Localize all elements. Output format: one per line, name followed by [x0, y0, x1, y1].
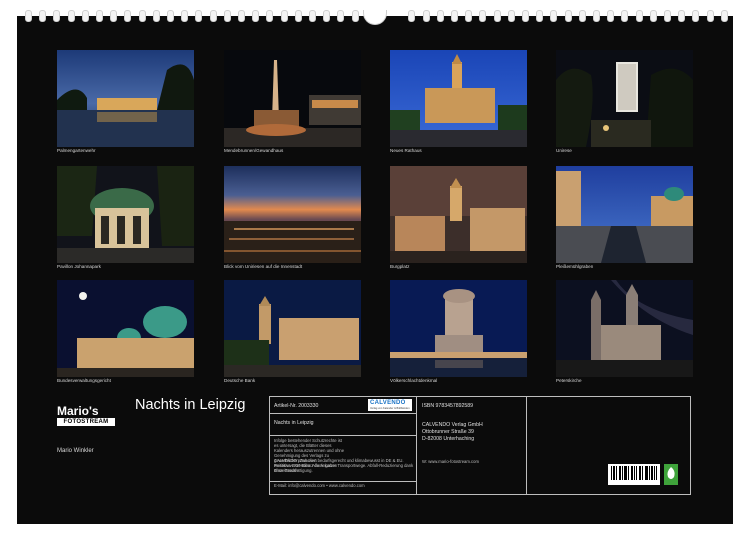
spiral-ring — [664, 10, 671, 22]
calendar-back-sheet: Palmengartenwehr Mendebrunnen/Gewandhaus… — [17, 10, 733, 524]
spiral-ring — [351, 10, 359, 22]
spiral-ring — [451, 10, 458, 22]
spiral-ring — [39, 10, 47, 22]
publisher-name: CALVENDO Verlag GmbH — [422, 422, 483, 428]
photo-caption: Unirese — [556, 148, 572, 153]
photo-caption: Blick vom Uniriesen auf die Innenstadt — [224, 264, 303, 269]
photo-caption: Mendebrunnen/Gewandhaus — [224, 148, 284, 153]
photo-caption: Pavillon Johannapark — [57, 264, 101, 269]
photo-blick-innenstadt — [224, 166, 361, 263]
spiral-ring — [110, 10, 118, 22]
leaf-icon — [664, 464, 678, 485]
photo-caption: Bundesverwaltungsgericht — [57, 378, 111, 383]
spiral-ring — [578, 10, 586, 22]
photo-caption: Peterskirche — [556, 378, 582, 383]
spiral-ring — [323, 10, 331, 22]
photo-caption: Neues Rathaus — [390, 148, 422, 153]
isbn: ISBN 9783457892589 — [422, 403, 474, 409]
spiral-ring — [138, 10, 146, 22]
spiral-ring — [550, 10, 558, 22]
photo-uniriese — [556, 50, 693, 147]
spiral-ring — [564, 10, 572, 22]
info-title: Nachts in Leipzig — [274, 420, 314, 426]
environment-notice: CALVENDO produziert bedarfsgerecht und k… — [274, 458, 414, 473]
calvendo-logo: CALVENDO Verlag von Kalender & Bildbände… — [368, 399, 412, 411]
spiral-ring — [280, 10, 288, 22]
photo-voelkerschlachtdenkmal — [390, 280, 527, 377]
spiral-ring — [96, 10, 103, 22]
spiral-ring — [479, 10, 487, 22]
calendar-hanger — [363, 10, 387, 25]
photo-caption: Palmengartenwehr — [57, 148, 96, 153]
photo-mendebrunnen — [224, 50, 361, 147]
photo-caption: Deutsche Bank — [224, 378, 256, 383]
photo-deutsche-bank — [224, 280, 361, 377]
photo-bundesverwaltungsgericht — [57, 280, 194, 377]
photo-caption: Burgplatz — [390, 264, 410, 269]
photo-caption: Pleißemühlgraben — [556, 264, 594, 269]
spiral-ring — [309, 10, 316, 22]
photo-burgplatz — [390, 166, 527, 263]
spiral-ring — [195, 10, 203, 22]
spiral-ring — [678, 10, 686, 22]
spiral-ring — [209, 10, 217, 22]
spiral-ring — [465, 10, 473, 22]
spiral-ring — [720, 10, 728, 22]
spiral-ring — [124, 10, 132, 22]
spiral-ring — [266, 10, 274, 22]
spiral-ring — [252, 10, 260, 22]
spiral-ring — [649, 10, 657, 22]
spiral-ring — [152, 10, 160, 22]
spiral-ring — [706, 10, 714, 22]
photo-caption: Völkerschlachtdenkmal — [390, 378, 438, 383]
spiral-ring — [635, 10, 643, 22]
photo-peterskirche — [556, 280, 693, 377]
logo: Mario's — [57, 404, 99, 418]
barcode — [608, 464, 660, 485]
contact-email: E-Mail: info@calvendo.com • www.calvendo… — [274, 483, 365, 488]
spiral-ring — [593, 10, 600, 22]
spiral-ring — [692, 10, 700, 22]
article-number: Artikel-Nr. 2003330 — [274, 403, 319, 409]
spiral-ring — [294, 10, 302, 22]
spiral-ring — [25, 10, 32, 22]
publisher-info-box: Artikel-Nr. 2003330 CALVENDO Verlag von … — [269, 396, 691, 495]
author-name: Mario Winkler — [57, 448, 94, 454]
spiral-ring — [181, 10, 189, 22]
spiral-ring — [67, 10, 75, 22]
author-website: W: www.mario-fotostream.com — [422, 459, 479, 464]
spiral-ring — [408, 10, 416, 22]
spiral-ring — [536, 10, 544, 22]
spiral-ring — [238, 10, 245, 22]
logo-subtitle: FOTOSTREAM — [57, 418, 115, 426]
publisher-city: D-82008 Unterhaching — [422, 436, 475, 442]
spiral-ring — [607, 10, 615, 22]
publisher-street: Ottobrunner Straße 39 — [422, 429, 474, 435]
photo-pleissemuehlgraben — [556, 166, 693, 263]
spiral-ring — [507, 10, 515, 22]
photo-pavillon-johannapark — [57, 166, 194, 263]
spiral-ring — [223, 10, 231, 22]
spiral-ring — [167, 10, 174, 22]
calendar-title: Nachts in Leipzig — [135, 397, 246, 413]
spiral-ring — [337, 10, 345, 22]
spiral-ring — [493, 10, 501, 22]
photo-neues-rathaus — [390, 50, 527, 147]
spiral-ring — [522, 10, 529, 22]
spiral-ring — [422, 10, 430, 22]
spiral-ring — [81, 10, 89, 22]
spiral-ring — [436, 10, 444, 22]
photo-palmengartenwehr — [57, 50, 194, 147]
spiral-ring — [53, 10, 61, 22]
spiral-ring — [621, 10, 629, 22]
